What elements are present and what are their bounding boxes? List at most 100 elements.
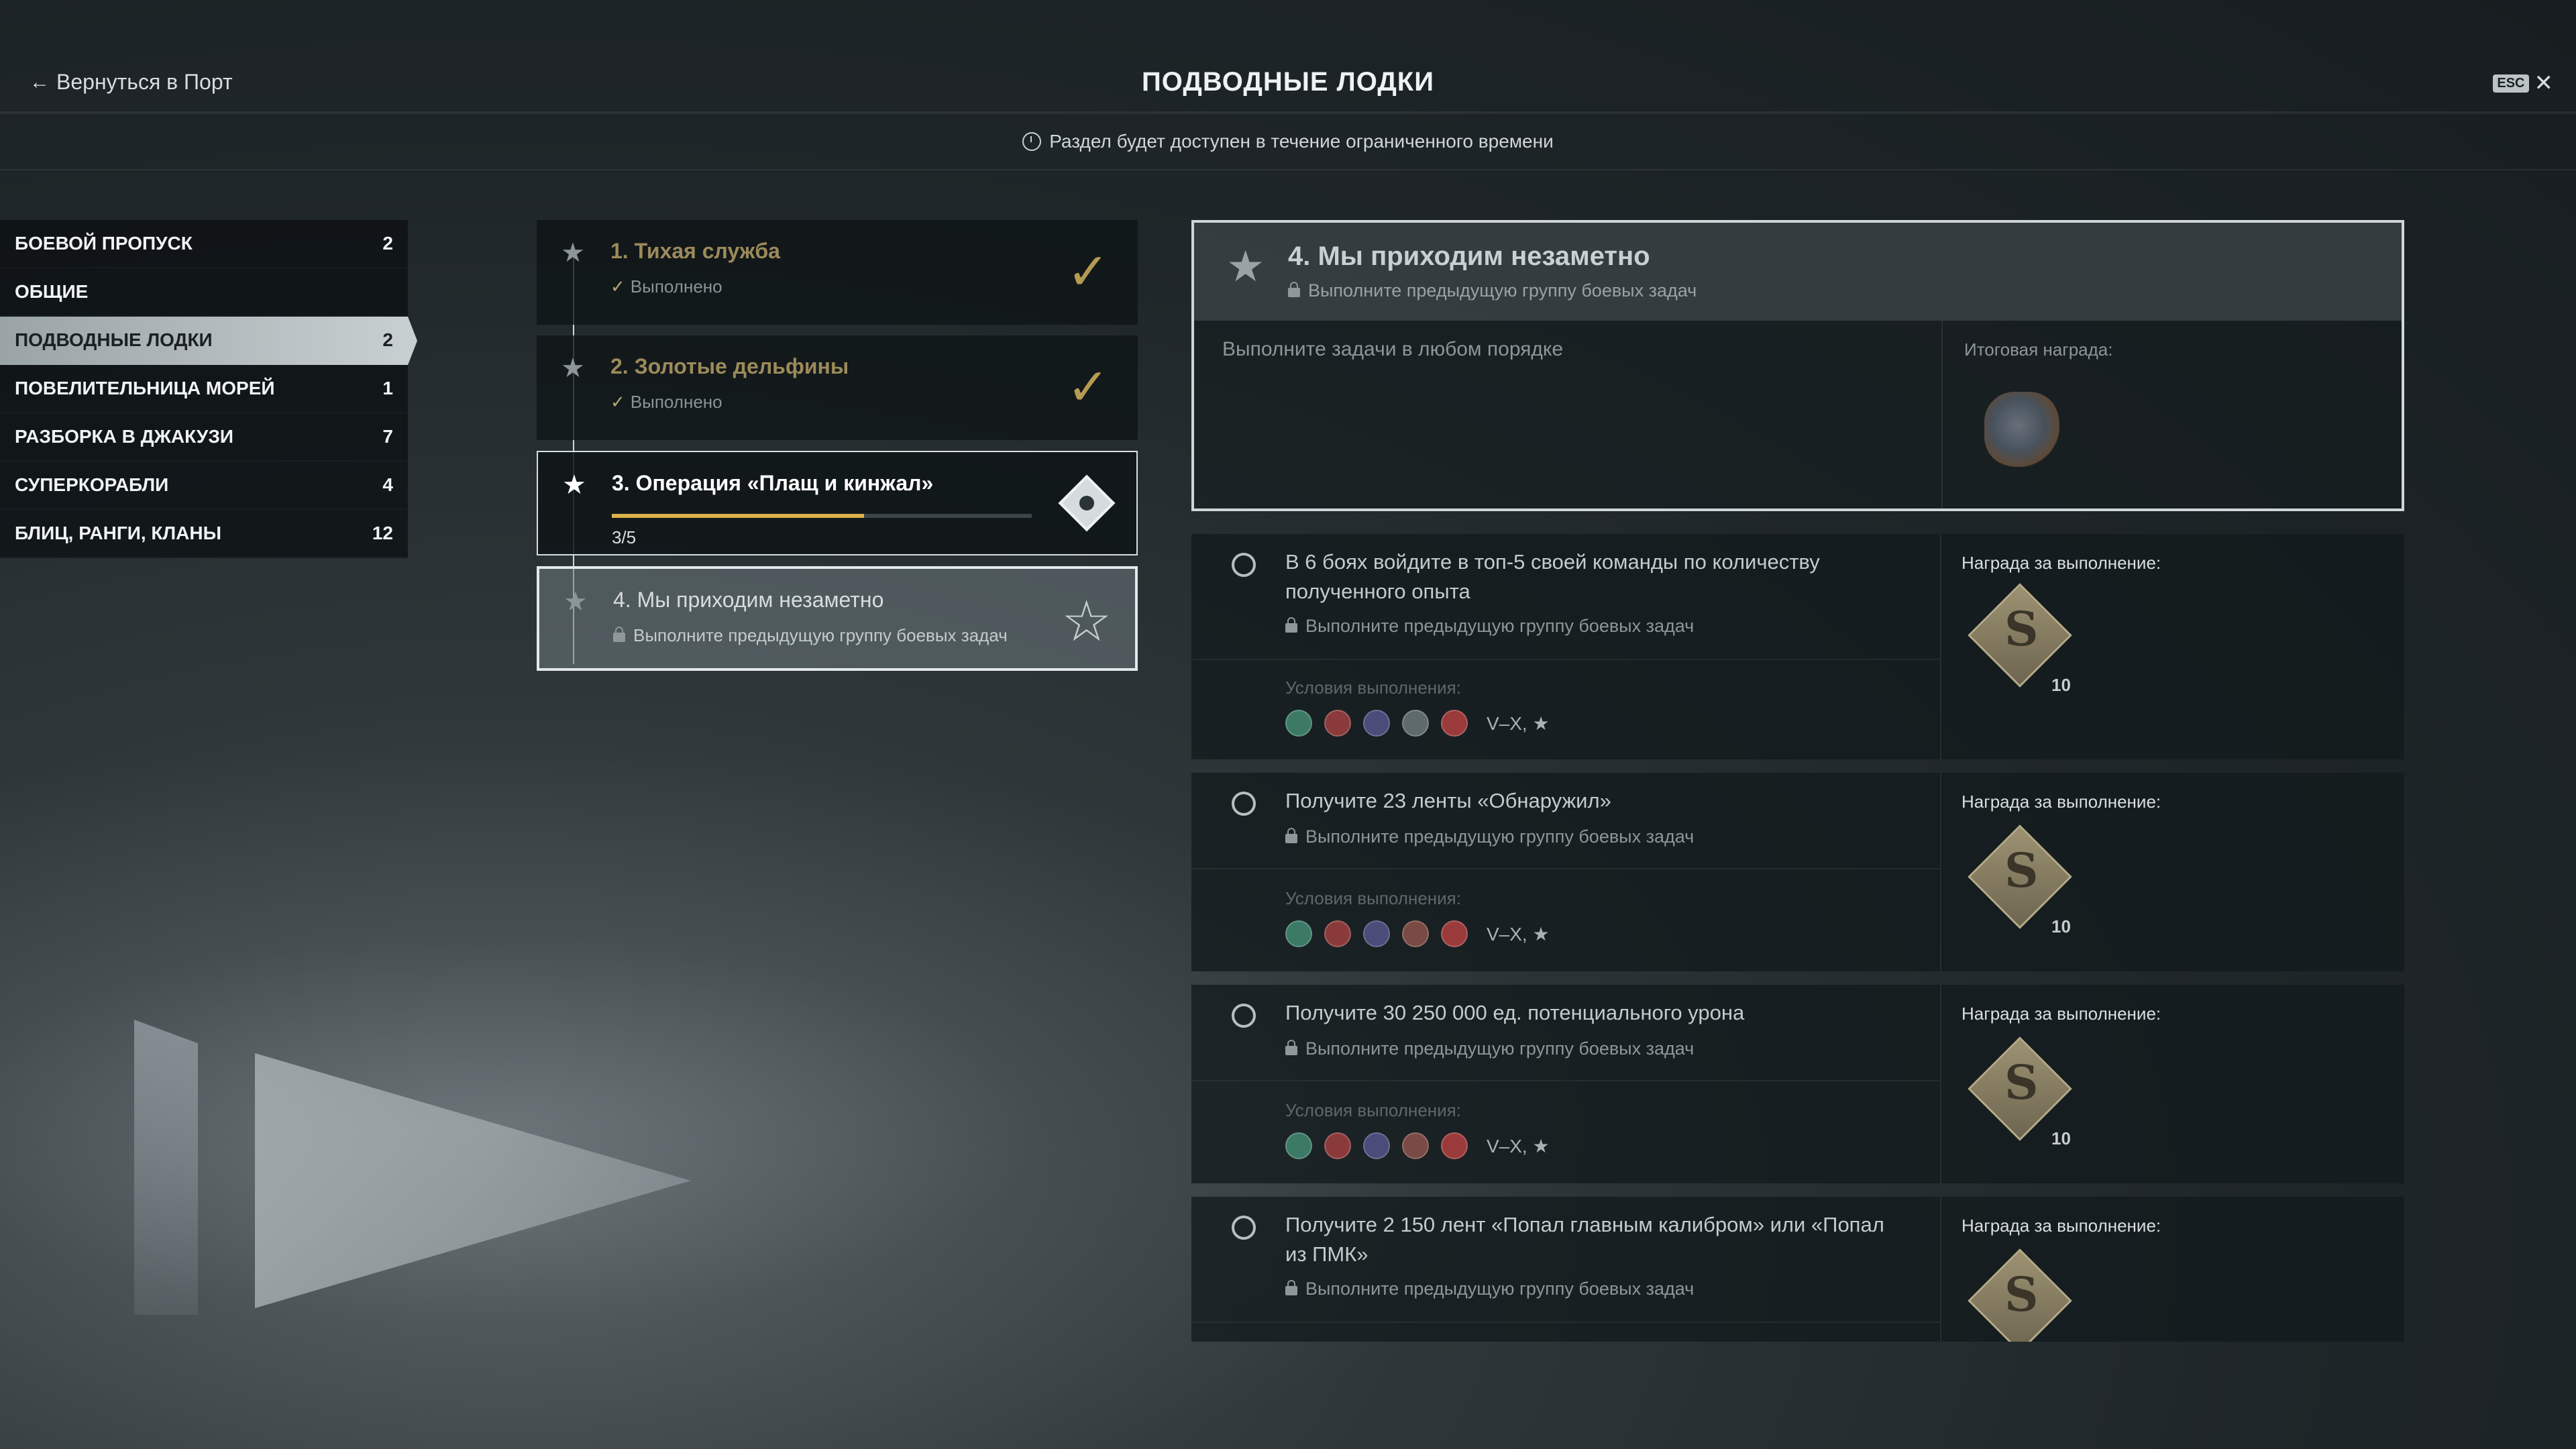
mission-title: 1. Тихая служба	[610, 239, 780, 263]
nation-flag-icon[interactable]	[1441, 1132, 1468, 1159]
category-sidebar: БОЕВОЙ ПРОПУСК 2 ОБЩИЕ ПОДВОДНЫЕ ЛОДКИ 2…	[0, 220, 417, 558]
task-lock-text: Выполните предыдущую группу боевых задач	[1305, 1279, 1695, 1299]
mission-chain: ★ 1. Тихая служба ✓ Выполнено ✓ ★ 2. Золо…	[537, 220, 1138, 682]
task-separator	[1191, 1322, 1940, 1323]
task-separator	[1191, 1080, 1940, 1081]
tier-range: V–X, ★	[1487, 712, 1550, 734]
nation-flag-icon[interactable]	[1402, 1132, 1429, 1159]
task-lock-text: Выполните предыдущую группу боевых задач	[1305, 826, 1695, 847]
close-button[interactable]: ESC ✕	[2493, 70, 2553, 97]
nation-flag-icon[interactable]	[1402, 920, 1429, 947]
lock-icon	[1285, 617, 1297, 633]
sidebar-item-general[interactable]: ОБЩИЕ	[0, 268, 408, 317]
header: ← Вернуться в Порт ПОДВОДНЫЕ ЛОДКИ ESC ✕	[0, 0, 2576, 114]
mission-card-1[interactable]: ★ 1. Тихая служба ✓ Выполнено ✓	[537, 220, 1138, 325]
sidebar-item-sea-ruler[interactable]: ПОВЕЛИТЕЛЬНИЦА МОРЕЙ 1	[0, 365, 408, 413]
notice-divider	[0, 169, 2576, 170]
reward-label: Награда за выполнение:	[1962, 553, 2161, 573]
close-icon: ✕	[2534, 70, 2554, 96]
detail-divider	[1941, 321, 1943, 511]
task-radio-icon	[1232, 553, 1256, 577]
sidebar-item-label: СУПЕРКОРАБЛИ	[15, 474, 169, 495]
task-lock: Выполните предыдущую группу боевых задач	[1285, 616, 1694, 637]
progress-fill	[612, 514, 864, 518]
final-reward-label: Итоговая награда:	[1964, 339, 2113, 360]
sidebar-item-count: 12	[372, 523, 393, 543]
check-icon: ✓	[610, 276, 625, 297]
detail-title: 4. Мы приходим незаметно	[1288, 241, 1650, 271]
nation-flag-icon[interactable]	[1285, 920, 1312, 947]
reward-count: 10	[2051, 675, 2071, 695]
page-title: ПОДВОДНЫЕ ЛОДКИ	[1142, 67, 1434, 97]
nation-flag-icon[interactable]	[1441, 920, 1468, 947]
sidebar-item-count: 4	[382, 474, 393, 495]
sidebar-item-count: 7	[382, 426, 393, 447]
nation-flag-icon[interactable]	[1324, 710, 1351, 737]
task-radio-icon	[1232, 1004, 1256, 1028]
task-lock: Выполните предыдущую группу боевых задач	[1285, 1279, 1694, 1299]
task-lock-text: Выполните предыдущую группу боевых задач	[1305, 616, 1695, 636]
mission-progress-bar	[612, 514, 1032, 518]
sidebar-item-battle-pass[interactable]: БОЕВОЙ ПРОПУСК 2	[0, 220, 408, 268]
sidebar-item-count: 1	[382, 378, 393, 398]
sidebar-item-blitz-ranked-clans[interactable]: БЛИЦ, РАНГИ, КЛАНЫ 12	[0, 510, 408, 558]
lock-icon	[1285, 1280, 1297, 1295]
mission-card-2[interactable]: ★ 2. Золотые дельфины ✓ Выполнено ✓	[537, 335, 1138, 440]
sidebar-item-submarines[interactable]: ПОДВОДНЫЕ ЛОДКИ 2	[0, 317, 417, 365]
nation-flag-icon[interactable]	[1324, 920, 1351, 947]
progress-text: 3/5	[612, 527, 637, 547]
detail-subtitle-text: Выполните предыдущую группу боевых задач	[1308, 280, 1697, 301]
task-text: Получите 23 ленты «Обнаружил»	[1285, 789, 1611, 812]
mission-card-3[interactable]: ★ 3. Операция «Плащ и кинжал» 3/5	[537, 451, 1138, 555]
reward-label: Награда за выполнение:	[1962, 792, 2161, 812]
mission-card-4[interactable]: ★ 4. Мы приходим незаметно Выполните пре…	[537, 566, 1138, 671]
star-icon: ★	[562, 470, 586, 500]
sidebar-item-label: ПОДВОДНЫЕ ЛОДКИ	[15, 329, 213, 350]
nation-flag-icon[interactable]	[1324, 1132, 1351, 1159]
task-lock: Выполните предыдущую группу боевых задач	[1285, 1038, 1694, 1059]
sidebar-item-label: РАЗБОРКА В ДЖАКУЗИ	[15, 426, 233, 447]
detail-subtitle: Выполните предыдущую группу боевых задач	[1288, 280, 1697, 301]
task-lock: Выполните предыдущую группу боевых задач	[1285, 826, 1694, 847]
sidebar-item-count: 2	[382, 233, 393, 254]
clock-icon	[1022, 132, 1042, 151]
task-radio-icon	[1232, 792, 1256, 816]
task-card-4: Получите 2 150 лент «Попал главным калиб…	[1191, 1197, 2404, 1342]
task-card-2: Получите 23 ленты «Обнаружил» Выполните …	[1191, 773, 2404, 971]
nation-flag-icon[interactable]	[1402, 710, 1429, 737]
check-icon: ✓	[610, 392, 625, 412]
sidebar-item-jacuzzi[interactable]: РАЗБОРКА В ДЖАКУЗИ 7	[0, 413, 408, 462]
tier-range: V–X, ★	[1487, 923, 1550, 945]
conditions-label: Условия выполнения:	[1285, 1100, 1461, 1120]
nation-flag-icon[interactable]	[1285, 710, 1312, 737]
conditions-label: Условия выполнения:	[1285, 678, 1461, 698]
notice-text: Раздел будет доступен в течение ограниче…	[1049, 131, 1554, 152]
detail-description: Выполните задачи в любом порядке	[1222, 338, 1564, 360]
completed-check-icon: ✓	[1067, 359, 1110, 416]
nation-flag-icon[interactable]	[1285, 1132, 1312, 1159]
sidebar-item-count: 2	[382, 329, 393, 350]
condition-icons: V–X, ★	[1285, 1132, 1550, 1159]
sidebar-item-label: БОЕВОЙ ПРОПУСК	[15, 233, 193, 254]
star-icon: ★	[561, 354, 585, 383]
nation-flag-icon[interactable]	[1363, 920, 1390, 947]
serpent-emblem-icon: S	[2004, 1055, 2039, 1110]
condition-icons: V–X, ★	[1285, 920, 1550, 947]
mission-title: 3. Операция «Плащ и кинжал»	[612, 471, 934, 495]
task-lock-text: Выполните предыдущую группу боевых задач	[1305, 1038, 1695, 1059]
background-flag-icon	[255, 1053, 691, 1308]
nation-flag-icon[interactable]	[1441, 710, 1468, 737]
sidebar-item-superships[interactable]: СУПЕРКОРАБЛИ 4	[0, 462, 408, 510]
detail-header	[1194, 223, 2402, 321]
reward-label: Награда за выполнение:	[1962, 1216, 2161, 1236]
task-text: Получите 30 250 000 ед. потенциального у…	[1285, 1001, 1745, 1024]
task-text: В 6 боях войдите в топ-5 своей команды п…	[1285, 550, 1820, 603]
in-progress-diamond-icon	[1058, 474, 1116, 532]
nation-flag-icon[interactable]	[1363, 710, 1390, 737]
star-icon: ★	[564, 587, 588, 616]
final-reward-icon[interactable]	[1984, 392, 2059, 467]
star-icon: ★	[561, 238, 585, 268]
task-separator	[1191, 868, 1940, 869]
mission-status-text: Выполните предыдущую группу боевых задач	[633, 625, 1008, 645]
nation-flag-icon[interactable]	[1363, 1132, 1390, 1159]
